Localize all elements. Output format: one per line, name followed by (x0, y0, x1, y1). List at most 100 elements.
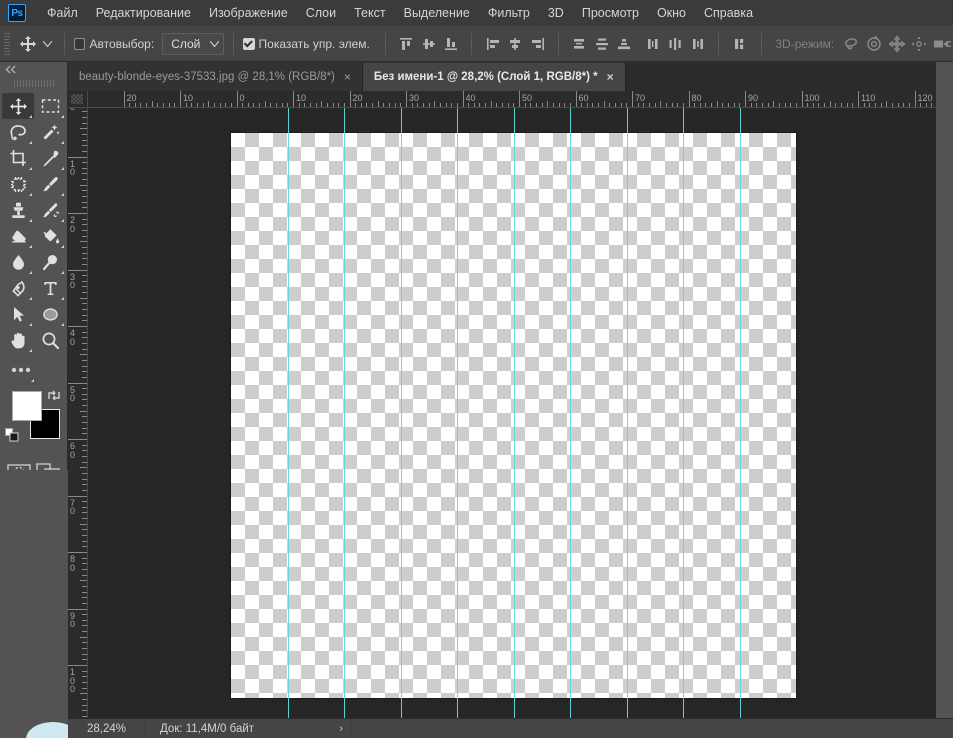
ruler-minor-tick (829, 101, 831, 107)
tool-flyout-indicator (61, 219, 64, 222)
vertical-guide[interactable] (626, 108, 628, 718)
default-colors-icon[interactable] (5, 428, 19, 447)
magic-wand-tool[interactable] (34, 119, 66, 145)
edit-toolbar-tool[interactable] (2, 357, 40, 383)
distribute-horizontal-centers-button[interactable] (664, 31, 687, 57)
foreground-color-swatch[interactable] (12, 391, 42, 421)
ruler-label: 70 (635, 93, 646, 103)
dodge-tool[interactable] (34, 249, 66, 275)
ellipse-tool[interactable] (34, 301, 66, 327)
ruler-minor-tick (82, 376, 87, 378)
status-chevron-right-icon[interactable]: › (339, 723, 343, 735)
show-transform-controls-checkbox[interactable] (243, 37, 255, 50)
align-left-edges-button[interactable] (481, 31, 504, 57)
menu-bar: Ps Файл Редактирование Изображение Слои … (0, 0, 953, 26)
vertical-guide[interactable] (287, 108, 289, 718)
menu-image[interactable]: Изображение (200, 2, 297, 24)
brush-tool[interactable] (34, 171, 66, 197)
ruler-minor-tick (82, 484, 87, 486)
ruler-minor-tick (82, 659, 87, 661)
lasso-tool[interactable] (2, 119, 34, 145)
blur-tool[interactable] (2, 249, 34, 275)
hand-tool[interactable] (2, 327, 34, 353)
horizontal-ruler[interactable]: 20 10 0 10 20 30 40 50 60 70 80 90 100 110 120 (88, 91, 953, 108)
eraser-tool[interactable] (2, 223, 34, 249)
ruler-minor-tick (82, 229, 87, 231)
align-right-edges-button[interactable] (527, 31, 550, 57)
vertical-guide[interactable] (344, 108, 345, 718)
toolbar-grip[interactable] (12, 78, 55, 88)
options-bar-grip[interactable] (4, 32, 10, 55)
tool-preset-chevron-down-icon[interactable] (40, 32, 55, 56)
type-tool[interactable] (34, 275, 66, 301)
menu-type[interactable]: Текст (345, 2, 394, 24)
canvas-viewport[interactable] (88, 108, 936, 718)
menu-filter[interactable]: Фильтр (479, 2, 539, 24)
distribute-bottom-edges-button[interactable] (613, 31, 636, 57)
menu-edit[interactable]: Редактирование (87, 2, 200, 24)
ruler-major-tick (123, 91, 125, 107)
history-brush-tool[interactable] (34, 197, 66, 223)
menu-view[interactable]: Просмотр (573, 2, 648, 24)
close-icon[interactable]: × (344, 71, 351, 83)
swap-colors-icon[interactable] (47, 389, 61, 407)
paint-bucket-tool[interactable] (34, 223, 66, 249)
ruler-minor-tick (129, 103, 131, 107)
rectangular-marquee-tool[interactable] (34, 93, 66, 119)
camera-3d-icon[interactable] (930, 31, 953, 57)
ruler-minor-tick (82, 591, 87, 593)
vertical-guide[interactable] (683, 108, 684, 718)
ruler-minor-tick (343, 103, 345, 107)
ruler-minor-tick (665, 103, 667, 107)
vertical-guide[interactable] (457, 108, 458, 718)
vertical-guide[interactable] (513, 108, 515, 718)
vertical-guide[interactable] (400, 108, 402, 718)
auto-align-layers-button[interactable] (728, 31, 752, 57)
menu-3d[interactable]: 3D (539, 2, 573, 24)
spot-healing-brush-tool[interactable] (2, 171, 34, 197)
eyedropper-tool[interactable] (34, 145, 66, 171)
zoom-tool[interactable] (34, 327, 66, 353)
status-zoom-level[interactable]: 28,24% (68, 718, 146, 738)
align-bottom-edges-button[interactable] (440, 31, 463, 57)
distribute-right-edges-button[interactable] (686, 31, 709, 57)
distribute-top-edges-button[interactable] (568, 31, 591, 57)
align-horizontal-centers-button[interactable] (504, 31, 527, 57)
document-tab-beauty-blonde-eyes[interactable]: beauty-blonde-eyes-37533.jpg @ 28,1% (RG… (68, 63, 363, 91)
pan-3d-icon[interactable] (885, 31, 908, 57)
ruler-origin-corner[interactable] (68, 91, 88, 108)
menu-select[interactable]: Выделение (395, 2, 479, 24)
move-tool[interactable] (2, 93, 34, 119)
vertical-guide[interactable] (739, 108, 741, 718)
vertical-ruler[interactable]: 0 10 20 30 40 50 60 70 80 90 100 (68, 108, 88, 718)
roll-3d-icon[interactable] (863, 31, 886, 57)
ruler-label: 70 (70, 497, 76, 516)
menu-file[interactable]: Файл (38, 2, 87, 24)
document-tab-untitled-1[interactable]: Без имени-1 @ 28,2% (Слой 1, RGB/8*) * × (362, 63, 626, 91)
collapse-toolbar-button[interactable] (0, 62, 67, 76)
crop-tool[interactable] (2, 145, 34, 171)
distribute-vertical-centers-button[interactable] (591, 31, 614, 57)
ruler-minor-tick (82, 687, 87, 689)
autoselect-checkbox[interactable] (74, 37, 86, 50)
autoselect-scope-select[interactable]: Слой (162, 32, 225, 55)
path-selection-tool[interactable] (2, 301, 34, 327)
menu-window[interactable]: Окно (648, 2, 695, 24)
vertical-guide[interactable] (570, 108, 571, 718)
distribute-left-edges-button[interactable] (641, 31, 664, 57)
rotate-3d-icon[interactable] (840, 31, 863, 57)
menu-layers[interactable]: Слои (297, 2, 345, 24)
slide-3d-icon[interactable] (908, 31, 931, 57)
ruler-minor-tick (82, 207, 87, 209)
align-top-edges-button[interactable] (395, 31, 418, 57)
ruler-minor-tick (82, 235, 87, 237)
ruler-minor-tick (82, 246, 87, 248)
pen-tool[interactable] (2, 275, 34, 301)
clone-stamp-tool[interactable] (2, 197, 34, 223)
status-document-info[interactable]: Док: 11,4М/0 байт › (146, 718, 351, 738)
ruler-minor-tick (377, 101, 379, 107)
align-vertical-centers-button[interactable] (417, 31, 440, 57)
active-tool-thumbnail-move-icon[interactable] (16, 31, 40, 57)
close-icon[interactable]: × (607, 71, 614, 83)
menu-help[interactable]: Справка (695, 2, 762, 24)
